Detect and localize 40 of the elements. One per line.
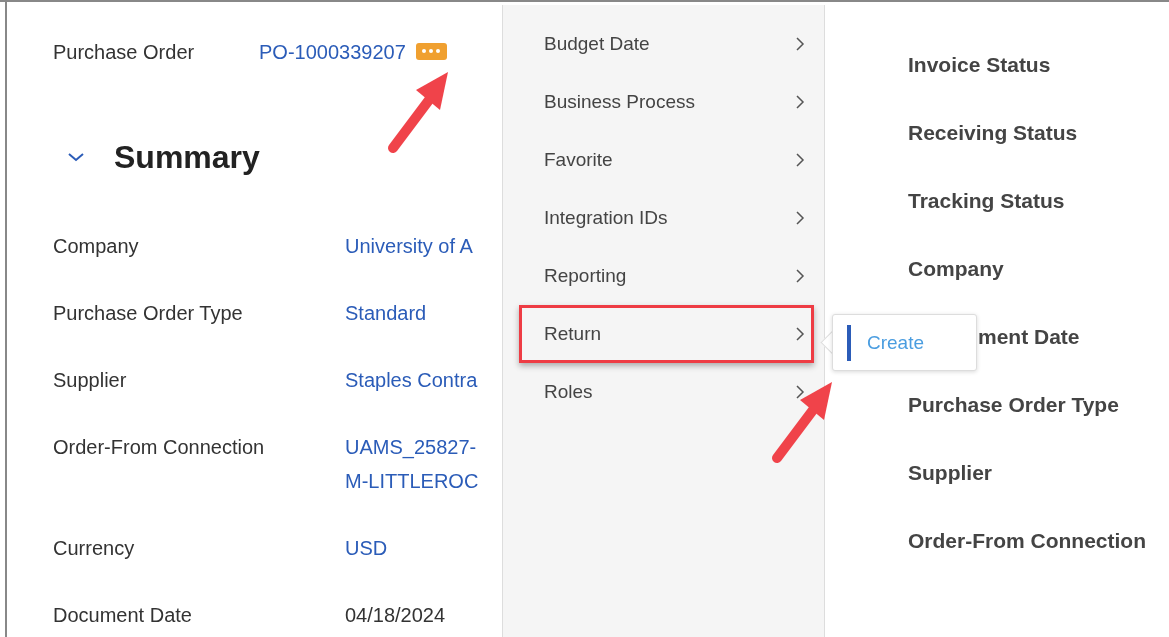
chevron-right-icon [795,37,805,51]
chevron-right-icon [795,327,805,341]
field-label: Purchase Order [53,40,196,64]
field-link[interactable]: Standard [345,296,502,330]
chevron-right-icon [795,95,805,109]
field-value: 04/18/2024 [345,603,447,628]
field-link[interactable]: Staples Contra [345,363,502,397]
column-label: Order-From Connection [908,528,1146,554]
chevron-right-icon [795,153,805,167]
menu-item[interactable]: Budget Date [519,15,814,73]
chevron-right-icon [795,211,805,225]
field-link[interactable]: University of A [345,229,502,263]
menu-item[interactable]: Return [519,305,814,363]
column-label: Invoice Status [908,52,1051,78]
field-label: Supplier [53,368,128,393]
menu-item[interactable]: Integration IDs [519,189,814,247]
chevron-right-icon [795,385,805,399]
section-title: Summary [114,138,260,176]
column-label: Purchase Order Type [908,392,1119,418]
menu-item[interactable]: Reporting [519,247,814,305]
menu-item[interactable]: Favorite [519,131,814,189]
column-label: Tracking Status [908,188,1065,214]
field-link[interactable]: M-LITTLEROC [345,464,502,498]
field-label: Company [53,234,140,259]
chevron-right-icon [795,269,805,283]
field-link[interactable]: UAMS_25827- [345,430,502,464]
column-label: ment Date [978,324,1080,350]
field-label: Order-From Connection [53,435,266,460]
column-label: Supplier [908,460,992,486]
menu-item[interactable]: Roles [519,363,814,421]
ellipsis-icon [420,48,443,54]
field-link[interactable]: USD [345,531,502,565]
chevron-icon[interactable] [66,151,86,163]
purchase-order-link[interactable]: PO-1000339207 [259,40,406,64]
field-label: Currency [53,536,136,561]
menu-item[interactable]: Business Process [519,73,814,131]
field-label: Document Date [53,603,193,628]
column-label: Company [908,256,1004,282]
column-label: Receiving Status [908,120,1078,146]
field-label: Purchase Order Type [53,301,244,326]
